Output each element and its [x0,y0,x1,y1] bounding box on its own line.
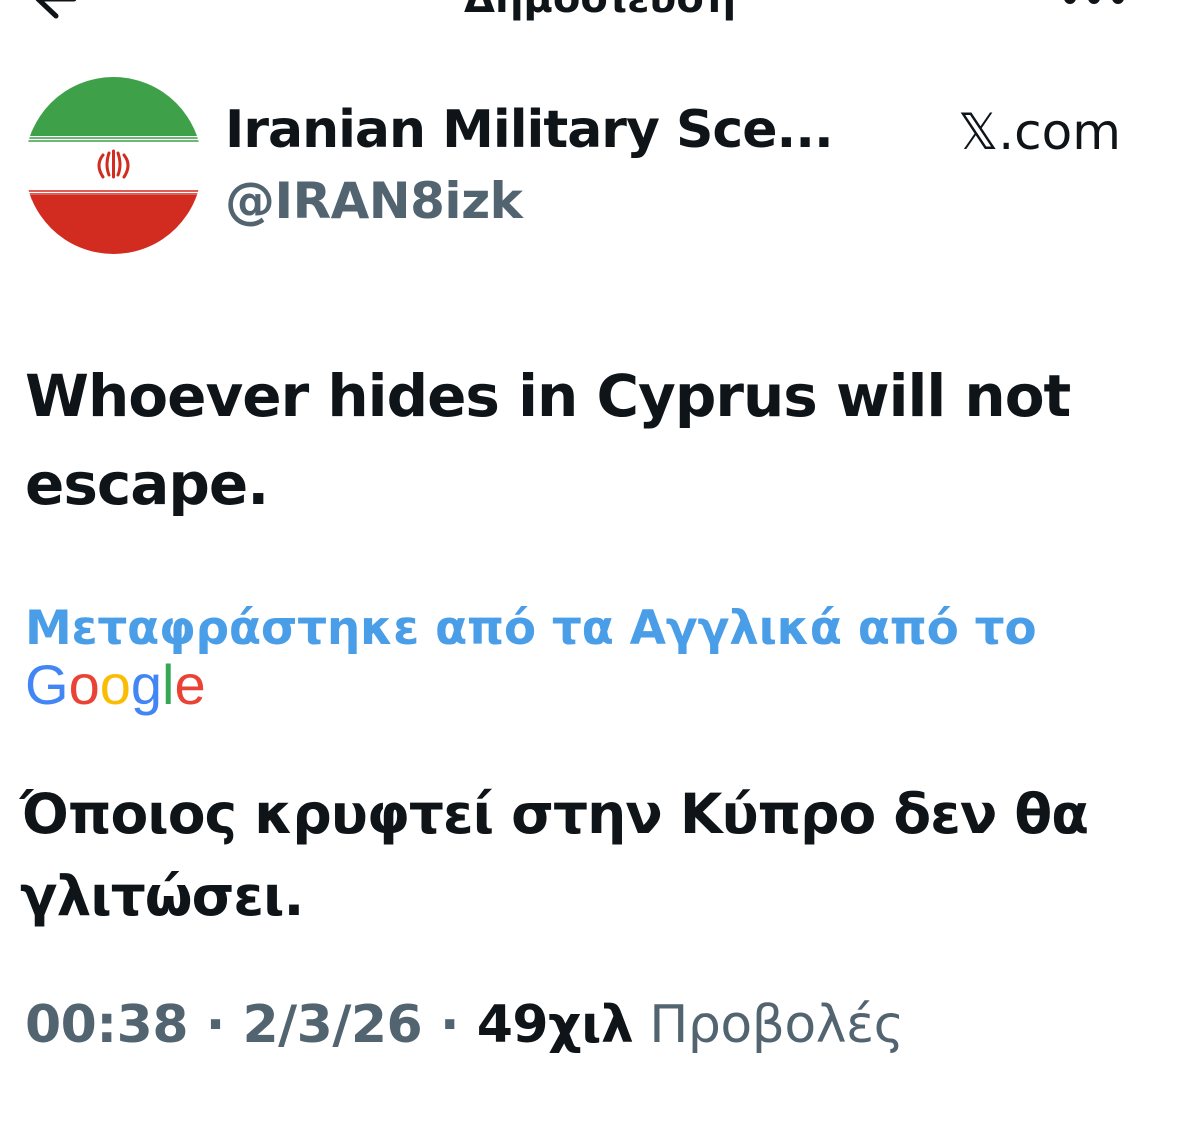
post-text-line: Whoever hides in Cyprus will not [25,362,1071,430]
top-nav-bar: Δημοσίευση [0,0,1200,30]
post-text: Whoever hides in Cyprus will not escape. [25,352,1175,528]
google-logo-icon: Google [25,654,206,716]
post-date: 2/3/26 [242,995,423,1055]
author-handle[interactable]: @IRAN8izk [225,172,523,230]
translated-text-line: γλιτώσει. [20,864,304,928]
translated-by-link[interactable]: Μεταφράστηκε από τα Αγγλικά από το [25,598,1175,660]
author-display-name[interactable]: Iranian Military Sce... [225,100,834,160]
post-time: 00:38 [25,995,189,1055]
post-detail-screen: Δημοσίευση [0,0,1200,1126]
iran-flag-avatar-icon [25,77,202,254]
translated-text-line: Όποιος κρυφτεί στην Κύπρο δεν θα [20,782,1089,846]
views-label[interactable]: Προβολές [633,995,904,1055]
nav-title: Δημοσίευση [0,0,1200,22]
views-count[interactable]: 49χιλ [477,995,634,1055]
post-meta: 00:38 · 2/3/26 · 49χιλ Προβολές [25,995,904,1055]
post-text-line: escape. [25,450,269,518]
translated-post-text: Όποιος κρυφτεί στην Κύπρο δεν θα γλιτώσε… [20,773,1170,937]
avatar[interactable] [25,77,202,254]
source-label: 𝕏.com [958,103,1121,161]
meta-separator: · [188,995,243,1055]
more-options-icon[interactable] [1058,0,1138,8]
svg-text:Google: Google [25,654,206,716]
meta-separator: · [422,995,477,1055]
